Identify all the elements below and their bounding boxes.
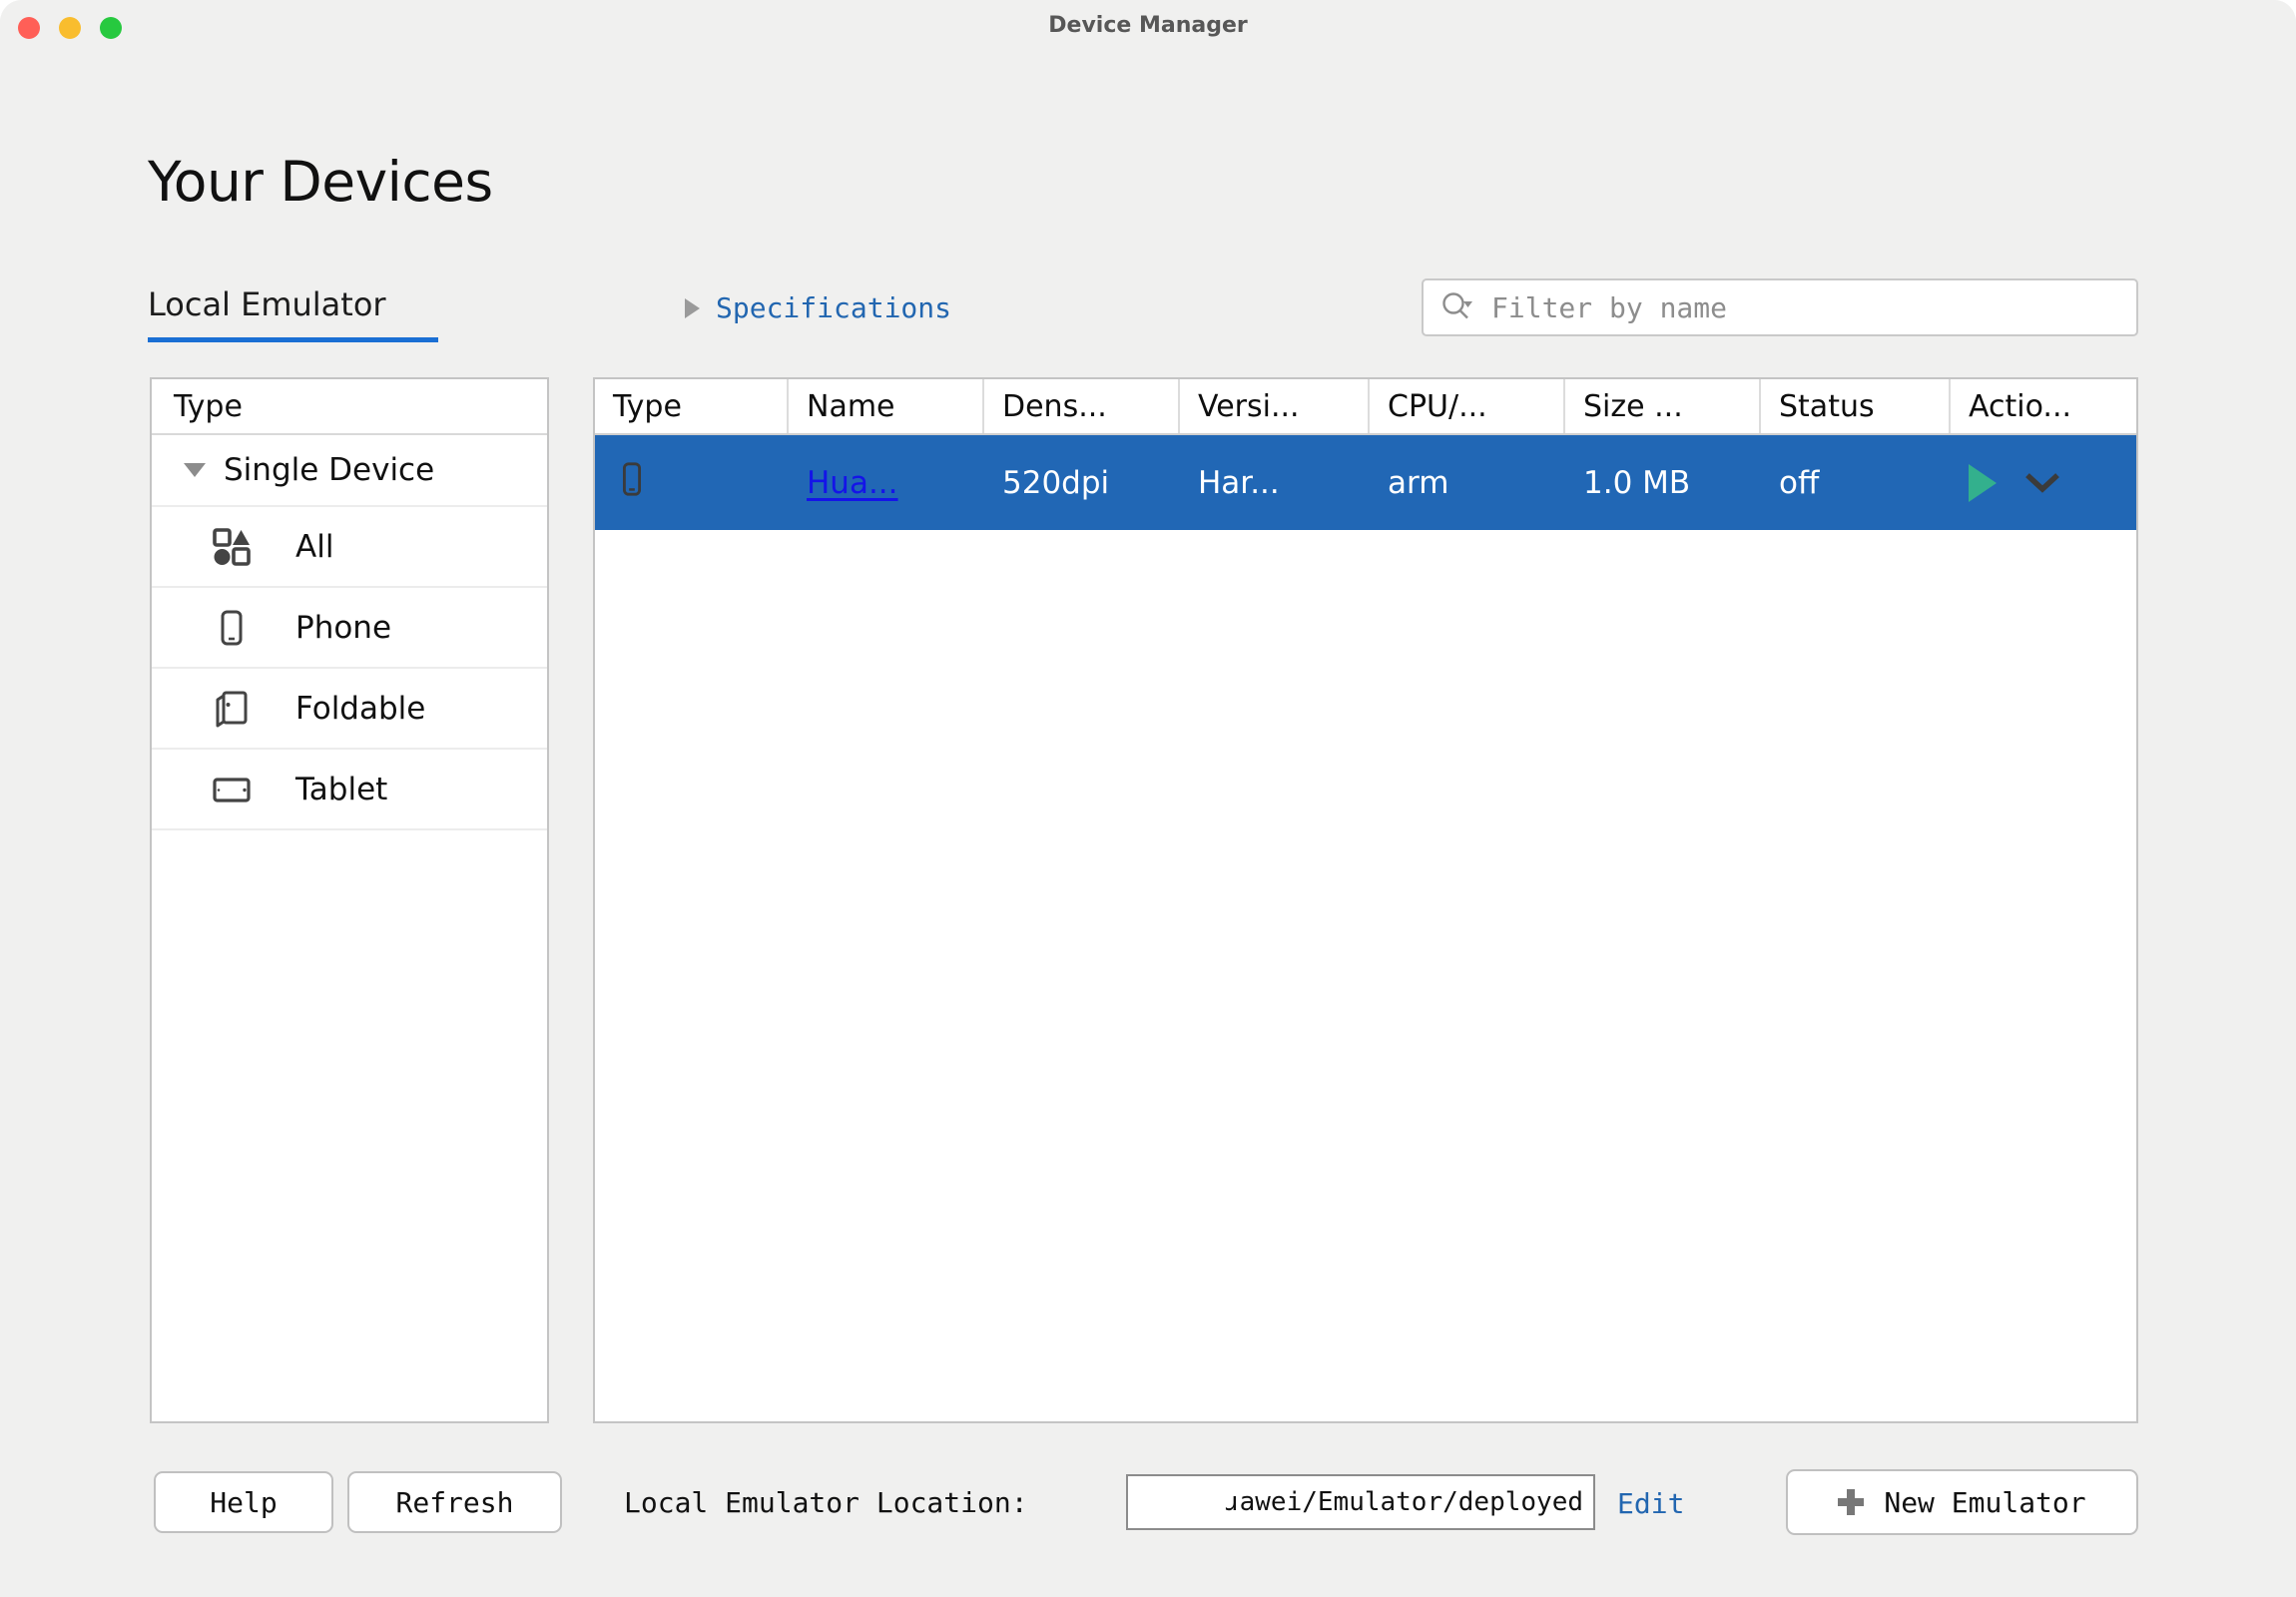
column-header-version[interactable]: Versi... [1180,379,1370,433]
table-row[interactable]: Hua... 520dpi Har... arm 1.0 MB off [595,435,2136,530]
tab-active-indicator [148,337,438,342]
sidebar-item-all[interactable]: All [152,507,547,588]
tablet-icon [208,770,256,809]
cell-name: Hua... [789,435,984,530]
specifications-label: Specifications [716,291,951,324]
search-input[interactable]: Filter by name [1422,278,2138,336]
devices-table: Type Name Dens... Versi... CPU/... Size … [593,377,2138,1423]
cell-actions [1951,435,2136,530]
sidebar-item-tablet[interactable]: Tablet [152,750,547,830]
location-input[interactable]: ɹawei/Emulator/deployed [1126,1474,1595,1530]
phone-icon [208,608,256,648]
sidebar-item-phone[interactable]: Phone [152,588,547,669]
location-value: ɹawei/Emulator/deployed [1224,1487,1583,1517]
column-header-size[interactable]: Size ... [1565,379,1761,433]
tab-local-emulator[interactable]: Local Emulator [148,285,386,335]
table-header-row: Type Name Dens... Versi... CPU/... Size … [595,379,2136,435]
column-header-actions[interactable]: Actio... [1951,379,2136,433]
search-placeholder: Filter by name [1491,291,1727,324]
chevron-down-icon[interactable] [2024,471,2060,495]
help-button[interactable]: Help [154,1471,333,1533]
window-title: Device Manager [0,13,2296,38]
sidebar-item-label: Tablet [295,772,387,807]
new-emulator-button[interactable]: New Emulator [1786,1469,2138,1535]
location-label: Local Emulator Location: [624,1486,1028,1519]
column-header-type[interactable]: Type [595,379,789,433]
column-header-cpu[interactable]: CPU/... [1370,379,1565,433]
sidebar-item-label: Foldable [295,691,425,727]
foldable-icon [208,689,256,729]
device-manager-window: Device Manager Your Devices Local Emulat… [0,0,2296,1597]
cell-density: 520dpi [984,435,1180,530]
sidebar-group-label: Single Device [224,452,434,488]
shapes-icon [208,527,256,567]
type-panel-header-label: Type [174,389,243,424]
column-header-density[interactable]: Dens... [984,379,1180,433]
title-bar: Device Manager [0,0,2296,55]
cell-version: Har... [1180,435,1370,530]
chevron-right-icon [685,298,700,318]
sidebar-item-label: All [295,529,333,565]
column-header-status[interactable]: Status [1761,379,1951,433]
cell-size: 1.0 MB [1565,435,1761,530]
device-name-link[interactable]: Hua... [807,465,898,501]
phone-icon [613,460,651,506]
play-icon[interactable] [1969,464,1997,502]
sidebar-item-label: Phone [295,610,391,646]
chevron-down-icon [184,463,206,477]
sidebar-item-foldable[interactable]: Foldable [152,669,547,750]
new-emulator-label: New Emulator [1884,1486,2085,1519]
plus-icon [1838,1489,1864,1515]
column-header-name[interactable]: Name [789,379,984,433]
cell-status: off [1761,435,1951,530]
refresh-button[interactable]: Refresh [347,1471,562,1533]
specifications-toggle[interactable]: Specifications [685,291,951,324]
edit-location-link[interactable]: Edit [1617,1487,1684,1520]
cell-type [595,435,789,530]
sidebar-group-single-device[interactable]: Single Device [152,435,547,507]
page-title: Your Devices [148,150,493,214]
search-icon [1439,290,1473,324]
cell-cpu: arm [1370,435,1565,530]
type-panel-header: Type [152,379,547,435]
type-filter-panel: Type Single Device All [150,377,549,1423]
